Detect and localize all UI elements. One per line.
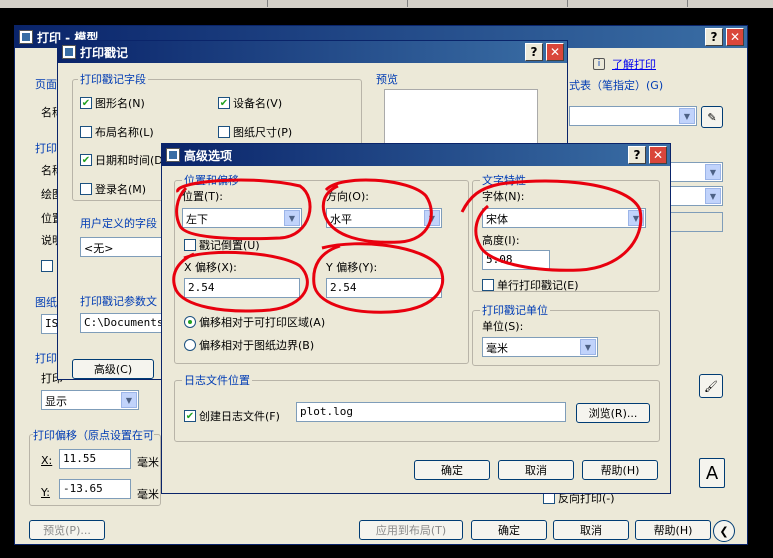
units-select[interactable]: 毫米 ▼ bbox=[482, 337, 598, 357]
plot-style-select[interactable]: ▼ bbox=[569, 106, 697, 126]
help-button[interactable]: 帮助(H) bbox=[582, 460, 658, 480]
log-file-input[interactable]: plot.log bbox=[296, 402, 566, 422]
offset-printable-radio[interactable]: 偏移相对于可打印区域(A) bbox=[184, 314, 325, 330]
chevron-down-icon: ▼ bbox=[284, 210, 300, 226]
upside-down-checkbox[interactable]: 戳记倒置(U) bbox=[184, 237, 260, 253]
learn-plot-link[interactable]: 了解打印 bbox=[612, 56, 656, 72]
position-offset-label: 位置和偏移 bbox=[182, 172, 241, 188]
chevron-down-icon: ▼ bbox=[628, 210, 644, 226]
collapse-icon[interactable]: ❮ bbox=[713, 520, 735, 542]
offset-border-radio[interactable]: 偏移相对于图纸边界(B) bbox=[184, 337, 314, 353]
orientation-label: 方向(O): bbox=[326, 190, 369, 203]
taskbar-segment bbox=[568, 0, 688, 7]
y-offset-label: Y 偏移(Y): bbox=[326, 261, 378, 274]
orientation-select[interactable]: 水平 ▼ bbox=[326, 208, 442, 228]
chevron-down-icon: ▼ bbox=[121, 392, 137, 408]
pencil-icon: ✎ bbox=[707, 110, 717, 124]
close-button[interactable]: ✕ bbox=[726, 28, 744, 46]
preview-label: 预览 bbox=[374, 71, 400, 87]
font-label: 字体(N): bbox=[482, 190, 525, 203]
plot-to-file-checkbox[interactable] bbox=[41, 260, 56, 272]
y-offset-input[interactable]: 2.54 bbox=[326, 278, 442, 298]
plot-stamp-title: 打印戳记 bbox=[80, 45, 129, 60]
stamp-units-label: 打印戳记单位 bbox=[480, 302, 550, 318]
advanced-button[interactable]: 高级(C) bbox=[72, 359, 154, 379]
advanced-options-title: 高级选项 bbox=[184, 148, 233, 163]
close-button[interactable]: ✕ bbox=[649, 146, 667, 164]
app-icon bbox=[166, 148, 180, 162]
y-offset-input[interactable]: -13.65 bbox=[59, 479, 131, 499]
app-icon bbox=[62, 45, 76, 59]
paper-size-label: 图纸 bbox=[35, 296, 57, 309]
close-button[interactable]: ✕ bbox=[546, 43, 564, 61]
user-field-select[interactable]: <无> bbox=[80, 237, 166, 257]
app-icon bbox=[19, 30, 33, 44]
font-select[interactable]: 宋体 ▼ bbox=[482, 208, 646, 228]
taskbar-segment bbox=[188, 0, 268, 7]
x-offset-input[interactable]: 11.55 bbox=[59, 449, 131, 469]
x-offset-input[interactable]: 2.54 bbox=[184, 278, 300, 298]
taskbar-segment bbox=[408, 0, 568, 7]
plot-stamp-titlebar: 打印戳记 bbox=[58, 41, 567, 63]
y-unit-label: 毫米 bbox=[137, 488, 159, 501]
param-file-input[interactable]: C:\Documents bbox=[80, 313, 166, 333]
printer-group-label: 打印 bbox=[35, 142, 57, 155]
chevron-down-icon: ▼ bbox=[679, 108, 695, 124]
plot-offset-title: 打印偏移（原点设置在可 bbox=[33, 427, 154, 443]
plot-area-label: 打印 bbox=[35, 352, 57, 365]
chevron-down-icon: ▼ bbox=[705, 164, 721, 180]
location-label: 位置(T): bbox=[182, 190, 224, 203]
page-setup-label: 页面 bbox=[35, 78, 57, 91]
location-select[interactable]: 左下 ▼ bbox=[182, 208, 302, 228]
advanced-options-titlebar: 高级选项 bbox=[162, 144, 670, 166]
log-location-label: 日志文件位置 bbox=[182, 372, 252, 388]
device-name-checkbox[interactable]: ✔ 设备名(V) bbox=[218, 95, 282, 111]
paper-size-checkbox[interactable]: 图纸尺寸(P) bbox=[218, 124, 292, 140]
param-file-label: 打印戳记参数文 bbox=[80, 295, 157, 308]
advanced-options-dialog: 高级选项 ? ✕ 位置和偏移 位置(T): 左下 ▼ 方向(O): 水平 ▼ 戳记倒… bbox=[161, 143, 671, 494]
orientation-indicator: A bbox=[699, 458, 725, 488]
stamp-fields-label: 打印戳记字段 bbox=[78, 71, 148, 87]
single-line-checkbox[interactable]: 单行打印戳记(E) bbox=[482, 277, 579, 293]
text-properties-label: 文字特性 bbox=[480, 172, 528, 188]
y-offset-label: Y: bbox=[41, 486, 50, 499]
x-offset-label: X: bbox=[41, 454, 53, 467]
layout-name-checkbox[interactable]: 布局名称(L) bbox=[80, 124, 154, 140]
chevron-down-icon: ▼ bbox=[580, 339, 596, 355]
create-log-checkbox[interactable]: ✔ 创建日志文件(F) bbox=[184, 408, 280, 424]
stamp-settings-button[interactable]: 🖌 bbox=[699, 374, 723, 398]
taskbar-strip bbox=[0, 0, 773, 8]
chevron-down-icon: ▼ bbox=[705, 188, 721, 204]
help-button[interactable]: 帮助(H) bbox=[635, 520, 711, 540]
plot-what-select[interactable]: 显示 ▼ bbox=[41, 390, 139, 410]
cancel-button[interactable]: 取消 bbox=[553, 520, 629, 540]
x-unit-label: 毫米 bbox=[137, 456, 159, 469]
apply-to-layout-button[interactable]: 应用到布局(T) bbox=[359, 520, 463, 540]
help-title-button[interactable]: ? bbox=[525, 43, 543, 61]
chevron-down-icon: ▼ bbox=[424, 210, 440, 226]
brush-icon: 🖌 bbox=[704, 379, 718, 393]
height-label: 高度(I): bbox=[482, 234, 520, 247]
preview-button[interactable]: 预览(P)... bbox=[29, 520, 105, 540]
ok-button[interactable]: 确定 bbox=[414, 460, 490, 480]
datetime-checkbox[interactable]: ✔ 日期和时间(D) bbox=[80, 152, 167, 168]
help-title-button[interactable]: ? bbox=[705, 28, 723, 46]
help-title-button[interactable]: ? bbox=[628, 146, 646, 164]
height-input[interactable]: 5.08 bbox=[482, 250, 550, 270]
info-icon: i bbox=[593, 58, 605, 70]
browse-button[interactable]: 浏览(R)... bbox=[576, 403, 650, 423]
plot-style-label: 式表（笔指定）(G) bbox=[569, 79, 664, 92]
taskbar-segment bbox=[268, 0, 408, 7]
user-fields-label: 用户定义的字段 bbox=[80, 217, 157, 230]
edit-style-button[interactable]: ✎ bbox=[701, 106, 723, 128]
units-label: 单位(S): bbox=[482, 320, 524, 333]
x-offset-label: X 偏移(X): bbox=[184, 261, 237, 274]
drawing-name-checkbox[interactable]: ✔ 图形名(N) bbox=[80, 95, 145, 111]
login-name-checkbox[interactable]: 登录名(M) bbox=[80, 181, 146, 197]
ok-button[interactable]: 确定 bbox=[471, 520, 547, 540]
cancel-button[interactable]: 取消 bbox=[498, 460, 574, 480]
